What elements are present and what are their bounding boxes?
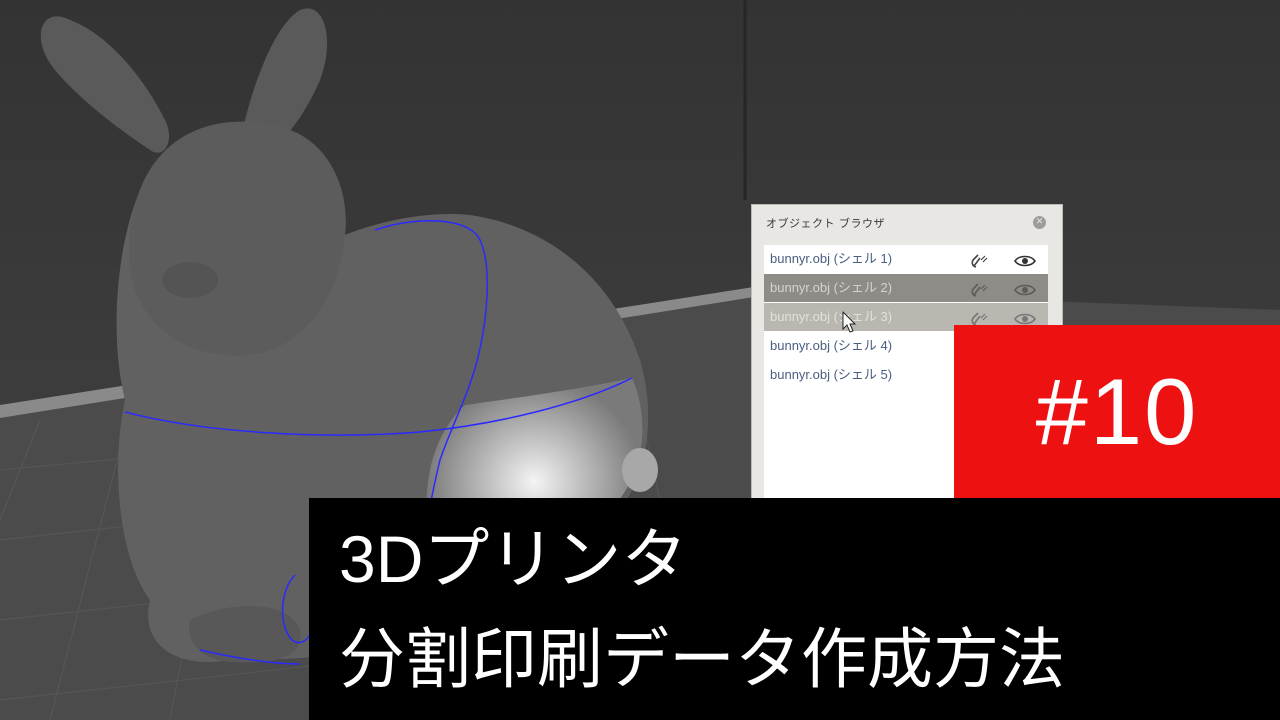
list-item-label: bunnyr.obj (シェル 2) (770, 280, 893, 295)
panel-title: オブジェクト ブラウザ (766, 217, 885, 230)
eye-icon[interactable] (1014, 251, 1036, 267)
eye-icon[interactable] (1014, 309, 1036, 325)
caption-line-1: 3Dプリンタ (339, 522, 688, 596)
list-item-label: bunnyr.obj (シェル 1) (770, 251, 893, 266)
list-item-label: bunnyr.obj (シェル 5) (770, 367, 893, 382)
eye-icon[interactable] (1014, 280, 1036, 296)
list-item[interactable]: bunnyr.obj (シェル 1) (764, 245, 1048, 273)
mouse-cursor-icon (842, 311, 857, 333)
list-item[interactable]: bunnyr.obj (シェル 2) (764, 274, 1048, 302)
close-icon[interactable]: ✕ (1033, 216, 1046, 229)
caption-line-2: 分割印刷データ作成方法 (339, 622, 1065, 696)
magnet-icon[interactable] (968, 309, 990, 326)
episode-number-badge: #10 (954, 325, 1280, 498)
title-caption: 3Dプリンタ 分割印刷データ作成方法 (309, 498, 1280, 720)
bunny-foot (189, 606, 301, 663)
list-item-label: bunnyr.obj (シェル 3) (770, 309, 893, 324)
magnet-icon[interactable] (968, 251, 990, 268)
magnet-icon[interactable] (968, 280, 990, 297)
list-item-label: bunnyr.obj (シェル 4) (770, 338, 893, 353)
